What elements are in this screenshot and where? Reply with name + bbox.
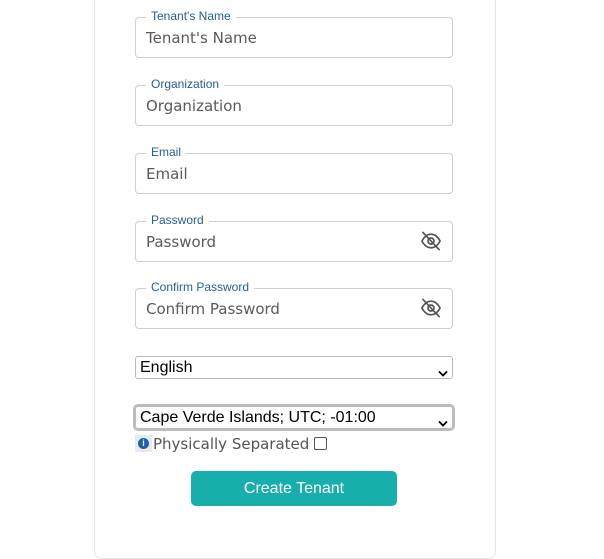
tenant-name-field: Tenant's Name <box>135 9 453 58</box>
physically-separated-row: i Physically Separated <box>135 434 328 453</box>
email-field: Email <box>135 145 453 194</box>
language-selected-value: English <box>140 359 193 376</box>
eye-off-icon[interactable] <box>420 298 442 318</box>
confirm-password-field: Confirm Password <box>135 280 453 329</box>
organization-input[interactable] <box>146 86 412 125</box>
physically-separated-label: Physically Separated <box>153 434 310 453</box>
chevron-down-icon <box>438 363 448 377</box>
timezone-select[interactable]: Cape Verde Islands; UTC; -01:00 <box>133 404 455 431</box>
organization-field: Organization <box>135 77 453 126</box>
tenant-name-input[interactable] <box>146 18 412 57</box>
info-icon[interactable]: i <box>135 435 152 452</box>
confirm-password-input[interactable] <box>146 289 412 328</box>
email-input[interactable] <box>146 154 412 193</box>
chevron-down-icon <box>438 413 448 427</box>
password-input[interactable] <box>146 222 412 261</box>
create-tenant-button[interactable]: Create Tenant <box>191 471 397 506</box>
password-field: Password <box>135 213 453 262</box>
timezone-selected-value: Cape Verde Islands; UTC; -01:00 <box>140 409 376 426</box>
language-select[interactable]: English <box>135 356 453 379</box>
physically-separated-checkbox[interactable] <box>314 437 328 450</box>
eye-off-icon[interactable] <box>420 231 442 251</box>
